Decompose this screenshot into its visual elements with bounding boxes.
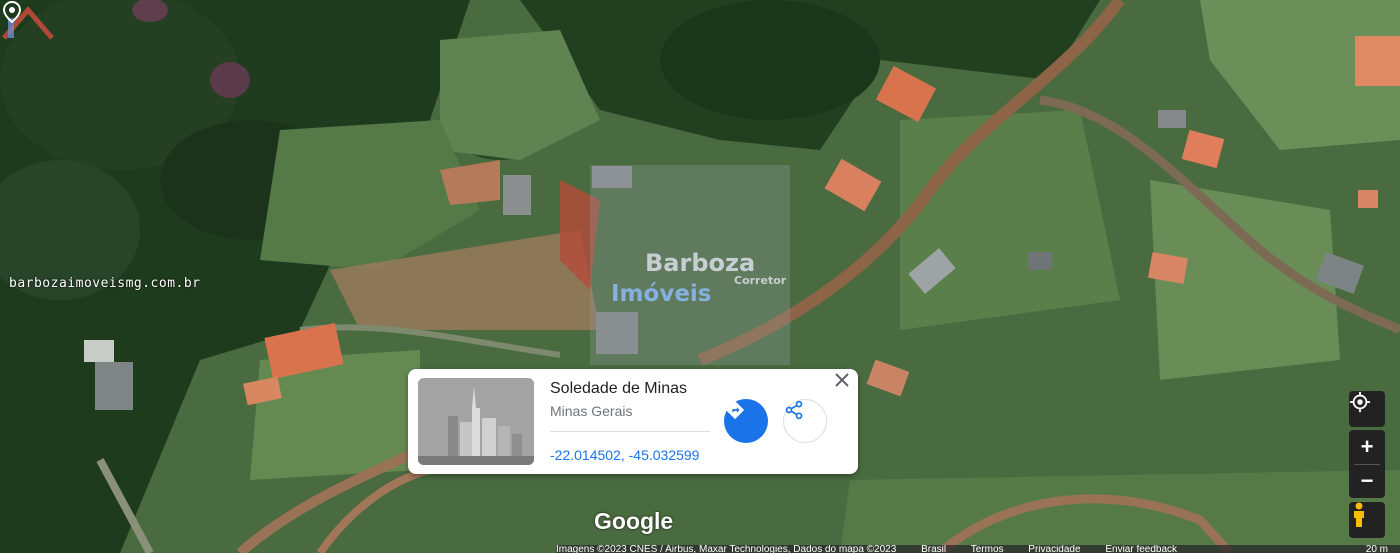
- privacy-link[interactable]: Privacidade: [1028, 545, 1080, 553]
- city-buildings-icon: [418, 378, 534, 465]
- place-subtitle: Minas Gerais: [550, 403, 633, 419]
- place-thumbnail[interactable]: [418, 378, 534, 465]
- watermark-brand: Barboza: [645, 249, 756, 277]
- satellite-map[interactable]: barbozaimoveismg.com.br Barboza Corretor…: [0, 0, 1400, 553]
- place-title: Soledade de Minas: [550, 380, 687, 397]
- region-link[interactable]: Brasil: [921, 545, 946, 553]
- close-icon: [835, 373, 849, 387]
- imagery-attribution: Imagens ©2023 CNES / Airbus, Maxar Techn…: [556, 545, 897, 553]
- zoom-control: + −: [1349, 430, 1385, 498]
- card-divider: [550, 431, 710, 432]
- watermark-url: barbozaimoveismg.com.br: [9, 276, 201, 291]
- watermark-tag: Corretor: [734, 274, 787, 287]
- share-button[interactable]: [783, 399, 827, 443]
- map-footer: Imagens ©2023 CNES / Airbus, Maxar Techn…: [556, 545, 1400, 553]
- my-location-icon: [1349, 391, 1371, 413]
- pegman-icon: [1354, 502, 1364, 527]
- place-coordinates[interactable]: -22.014502, -45.032599: [550, 447, 699, 463]
- directions-icon: [725, 400, 745, 420]
- street-view-pegman-button[interactable]: [1349, 502, 1385, 538]
- zoom-in-button[interactable]: +: [1349, 431, 1385, 464]
- zoom-out-button[interactable]: −: [1349, 465, 1385, 498]
- scale-bar[interactable]: 20 m: [1366, 545, 1388, 553]
- close-button[interactable]: [835, 373, 855, 393]
- map-pin-icon[interactable]: [0, 0, 24, 24]
- terms-link[interactable]: Termos: [971, 545, 1004, 553]
- my-location-button[interactable]: [1349, 391, 1385, 427]
- google-logo: Google: [594, 508, 674, 534]
- place-info-card[interactable]: Soledade de Minas Minas Gerais -22.01450…: [408, 369, 858, 474]
- watermark-sub: Imóveis: [611, 281, 712, 307]
- feedback-link[interactable]: Enviar feedback: [1105, 545, 1177, 553]
- directions-button[interactable]: [724, 399, 768, 443]
- share-icon: [785, 400, 803, 420]
